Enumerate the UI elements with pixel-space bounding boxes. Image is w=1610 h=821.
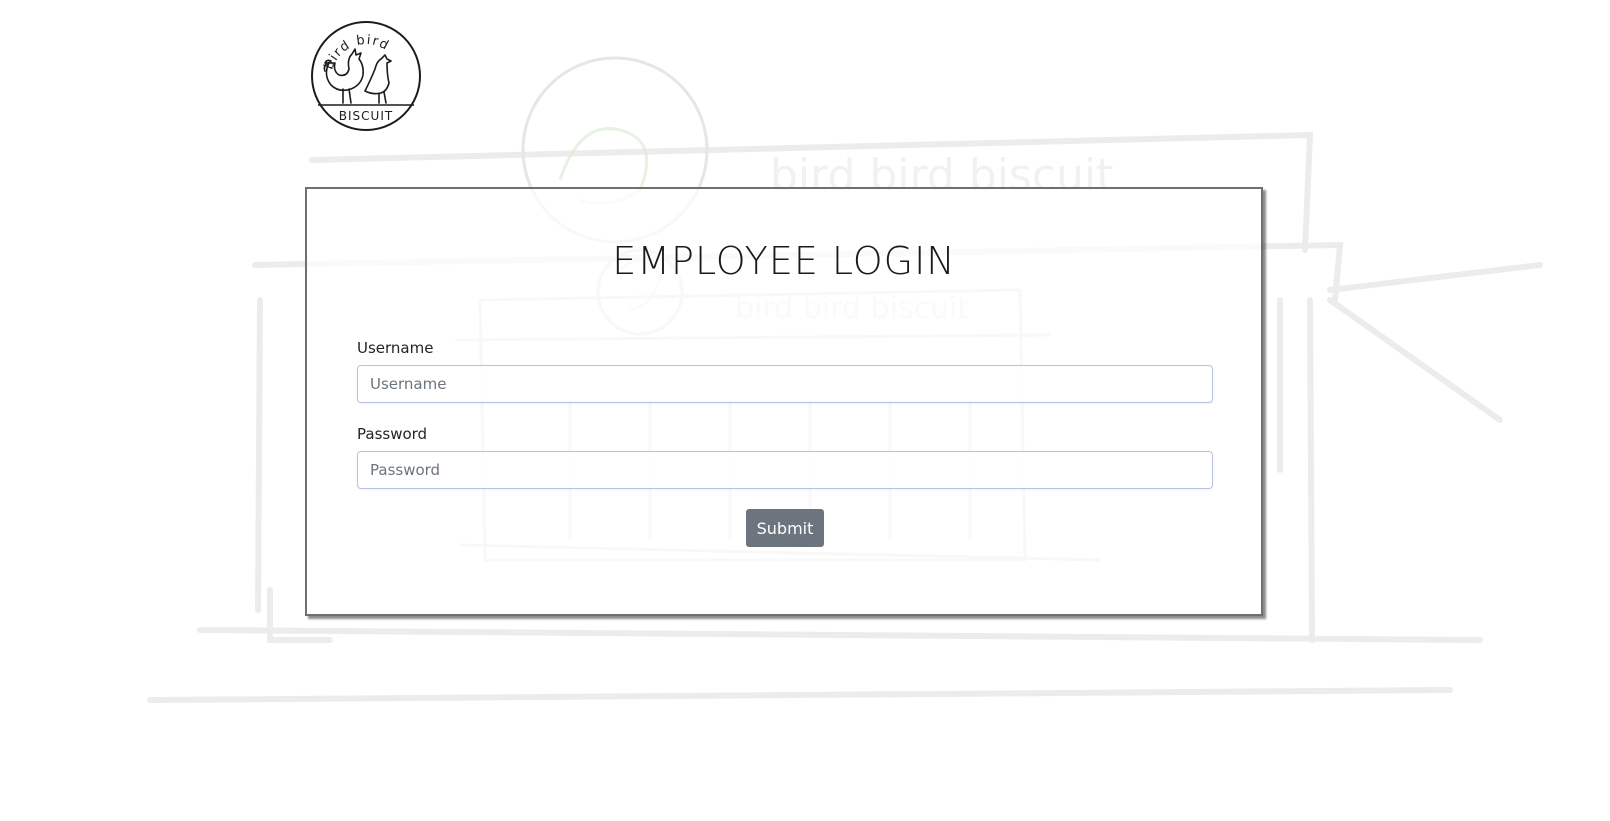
username-input[interactable]: [357, 365, 1213, 403]
login-page: bird bird biscuit bird bird biscuit bird…: [0, 0, 1610, 821]
password-input[interactable]: [357, 451, 1213, 489]
logo-bottom-text: BISCUIT: [339, 109, 393, 123]
password-label: Password: [357, 425, 428, 443]
employee-login-card: EMPLOYEE LOGIN Username Password Submit: [305, 187, 1263, 616]
page-title: EMPLOYEE LOGIN: [612, 239, 956, 283]
username-label: Username: [357, 339, 434, 357]
bird-bird-biscuit-logo: bird bird BISCUIT: [311, 21, 421, 131]
submit-button[interactable]: Submit: [746, 509, 824, 547]
